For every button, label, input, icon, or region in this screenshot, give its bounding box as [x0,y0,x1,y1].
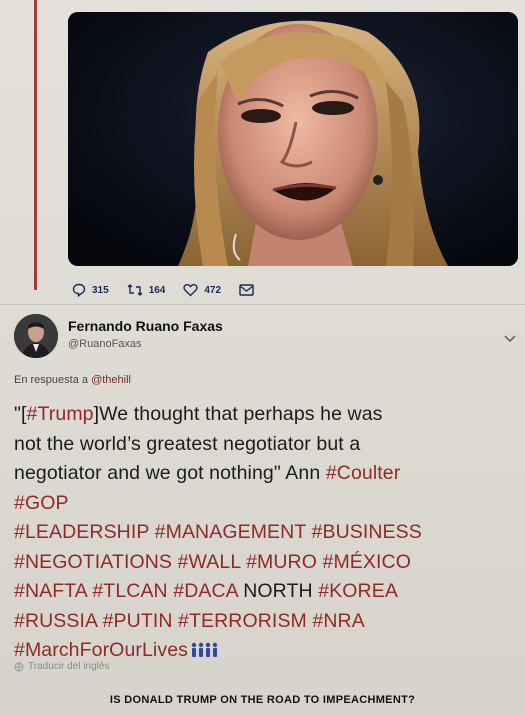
text-fragment: negotiator and we got nothing" Ann [14,462,326,484]
tweet-line-3: negotiator and we got nothing" Ann #Coul… [14,459,519,489]
tweet-line-2: not the world’s greatest negotiator but … [14,432,361,455]
text-fragment: NORTH [237,580,319,602]
author-name[interactable]: Fernando Ruano Faxas [68,318,223,334]
like-count: 472 [204,284,222,296]
hashtags-line-4[interactable]: #GOP [14,489,519,519]
translate-label: Traducir del inglés [28,661,110,672]
reply-button[interactable]: 315 [72,283,109,297]
people-icon [191,642,218,657]
avatar-image [14,314,58,358]
text-fragment: "[ [14,403,27,425]
dm-icon [239,284,254,296]
reply-count: 315 [92,284,109,296]
tweet-media-photo[interactable] [68,12,518,266]
author-handle[interactable]: @RuanoFaxas [68,338,142,350]
tweet-divider [0,304,525,305]
hashtags-line-7a[interactable]: #NAFTA #TLCAN #DACA [14,580,238,602]
hashtag-coulter[interactable]: #Coulter [326,462,401,484]
reply-icon [72,283,86,297]
reply-mention-link[interactable]: @thehill [91,374,131,386]
hashtag-korea[interactable]: #KOREA [318,580,398,602]
retweet-button[interactable]: 164 [127,283,166,297]
tweet-actions-bar: 315 164 472 [72,280,278,300]
hashtag-marchforourlives[interactable]: #MarchForOurLives [14,639,188,661]
hashtags-line-5[interactable]: #LEADERSHIP #MANAGEMENT #BUSINESS [14,518,519,548]
reply-prefix: En respuesta a [14,374,88,386]
translate-link[interactable]: Traducir del inglés [14,661,109,672]
retweet-icon [127,284,143,296]
text-fragment: ]We thought that perhaps he was [93,403,383,425]
reply-context: En respuesta a @thehill [14,374,131,386]
globe-icon [14,662,24,672]
hashtags-line-6[interactable]: #NEGOTIATIONS #WALL #MURO #MÉXICO [14,548,519,578]
chevron-down-icon[interactable] [503,334,517,344]
tweet-line-1: "[#Trump]We thought that perhaps he was [14,400,519,430]
retweet-count: 164 [148,284,166,296]
page-headline: IS DONALD TRUMP ON THE ROAD TO IMPEACHME… [109,694,416,706]
tweet-text: "[#Trump]We thought that perhaps he was … [14,400,519,666]
thread-line [34,0,37,290]
hashtags-line-8[interactable]: #RUSSIA #PUTIN #TERRORISM #NRA [14,607,519,637]
dm-button[interactable] [239,284,260,296]
avatar[interactable] [14,314,58,358]
tweet-line-7: #NAFTA #TLCAN #DACA NORTH #KOREA [14,577,519,607]
like-button[interactable]: 472 [183,283,221,297]
hashtag-trump[interactable]: #Trump [27,403,94,425]
photo-image [68,12,518,266]
like-icon [183,284,199,297]
